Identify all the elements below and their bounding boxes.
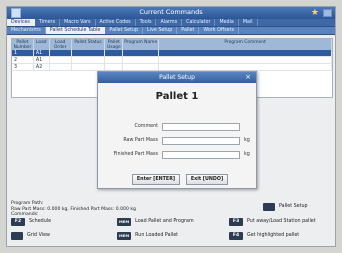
command-get-highlighted-pallet[interactable]: F4 Get highlighted pallet xyxy=(229,231,299,240)
tab-macro-vars[interactable]: Macro Vars xyxy=(60,19,96,26)
table-cell: 2 xyxy=(12,57,34,63)
field-unit: kg xyxy=(244,138,250,143)
table-cell xyxy=(72,64,106,70)
tab-work-offsets[interactable]: Work Offsets xyxy=(199,27,240,34)
tab-tools[interactable]: Tools xyxy=(136,19,157,26)
exit-button[interactable]: Exit [UNDO] xyxy=(186,174,228,185)
field-unit: kg xyxy=(244,152,250,157)
f2-key[interactable]: F2 xyxy=(11,217,25,226)
dialog-title-bar: Pallet Setup × xyxy=(98,72,256,83)
table-header: Pallet Number Load Load Order Pallet Sta… xyxy=(12,39,332,50)
tab-row-main: Devices Timers Macro Vars Active Codes T… xyxy=(7,19,335,27)
column-header: Program Name xyxy=(123,39,160,50)
command-put-away-load-station[interactable]: F3 Put away/Load Station pallet xyxy=(229,217,316,226)
pallet-setup-key[interactable] xyxy=(263,202,275,211)
command-label: Load Pallet and Program xyxy=(135,219,194,224)
column-header: Pallet Usage xyxy=(105,39,124,50)
table-cell xyxy=(159,57,332,63)
mem-key[interactable]: MEM xyxy=(117,231,132,240)
finished-part-mass-input[interactable] xyxy=(162,151,240,159)
table-row[interactable]: 2 A1 xyxy=(12,57,332,64)
tab-timers[interactable]: Timers xyxy=(35,19,61,26)
finished-part-mass-field: Finished Part Mass kg xyxy=(98,150,256,160)
table-row[interactable]: 1 A1 xyxy=(12,50,332,57)
raw-part-mass-input[interactable] xyxy=(162,137,240,145)
command-label: Run Loaded Pallet xyxy=(135,233,179,238)
table-cell xyxy=(123,57,160,63)
table-cell xyxy=(50,50,72,56)
table-cell xyxy=(123,64,160,70)
window-title: Current Commands xyxy=(139,8,203,16)
table-cell xyxy=(159,50,332,56)
command-label: Get highlighted pallet xyxy=(247,233,300,238)
enter-button[interactable]: Enter [ENTER] xyxy=(132,174,180,185)
column-header: Pallet Status xyxy=(72,39,106,50)
tab-row-sub: Mechanisms Pallet Schedule Table Pallet … xyxy=(7,27,335,35)
table-cell: 1 xyxy=(12,50,34,56)
column-header: Load Order xyxy=(50,39,72,50)
comment-input[interactable] xyxy=(162,123,240,131)
command-pallet-setup[interactable]: Pallet Setup xyxy=(263,202,308,211)
table-cell: A1 xyxy=(34,50,50,56)
field-label: Comment xyxy=(134,124,158,129)
grid-view-key[interactable] xyxy=(11,231,23,240)
close-icon[interactable] xyxy=(323,9,332,17)
f4-key[interactable]: F4 xyxy=(229,231,243,240)
comment-field: Comment xyxy=(98,122,256,132)
field-label: Raw Part Mass xyxy=(123,138,158,143)
tab-pallet-schedule-table[interactable]: Pallet Schedule Table xyxy=(45,27,106,34)
table-cell: A2 xyxy=(34,64,50,70)
command-label: Schedule xyxy=(29,219,52,224)
command-label: Put away/Load Station pallet xyxy=(247,219,316,224)
command-run-loaded-pallet[interactable]: MEM Run Loaded Pallet xyxy=(117,231,178,240)
tab-live-setup[interactable]: Live Setup xyxy=(143,27,178,34)
status-area: Program Path: Raw Part Mass: 0.000 kg, F… xyxy=(11,201,136,218)
control-screen: Current Commands ★ Devices Timers Macro … xyxy=(6,6,336,247)
table-cell xyxy=(72,50,106,56)
tab-calculator[interactable]: Calculator xyxy=(182,19,216,26)
dialog-title: Pallet Setup xyxy=(159,74,195,81)
table-row[interactable]: 3 A2 xyxy=(12,64,332,71)
tab-mechanisms[interactable]: Mechanisms xyxy=(7,27,46,34)
command-grid-view[interactable]: Grid View xyxy=(11,231,50,240)
tab-pallet[interactable]: Pallet xyxy=(177,27,200,34)
table-cell xyxy=(50,64,72,70)
field-label: Finished Part Mass xyxy=(113,152,158,157)
command-load-pallet-and-program[interactable]: MEM Load Pallet and Program xyxy=(117,217,194,226)
tab-active-codes[interactable]: Active Codes xyxy=(96,19,136,26)
title-bar: Current Commands ★ xyxy=(7,7,335,19)
column-header: Pallet Number xyxy=(12,39,34,50)
command-schedule[interactable]: F2 Schedule xyxy=(11,217,51,226)
table-cell xyxy=(123,50,160,56)
tab-devices[interactable]: Devices xyxy=(7,19,35,26)
table-cell xyxy=(50,57,72,63)
table-cell xyxy=(105,64,124,70)
table-cell xyxy=(72,57,106,63)
tab-pallet-setup[interactable]: Pallet Setup xyxy=(105,27,143,34)
tab-mail[interactable]: Mail xyxy=(239,19,258,26)
column-header: Program Comment xyxy=(159,39,332,50)
tab-media[interactable]: Media xyxy=(215,19,239,26)
close-icon[interactable]: × xyxy=(245,72,251,83)
tab-alarms[interactable]: Alarms xyxy=(156,19,183,26)
raw-part-mass-field: Raw Part Mass kg xyxy=(98,136,256,146)
table-cell xyxy=(159,64,332,70)
table-cell: A1 xyxy=(34,57,50,63)
mem-key[interactable]: MEM xyxy=(117,217,132,226)
table-cell xyxy=(105,57,124,63)
command-label: Grid View xyxy=(27,233,50,238)
dialog-heading: Pallet 1 xyxy=(155,91,199,102)
f3-key[interactable]: F3 xyxy=(229,217,243,226)
table-cell xyxy=(105,50,124,56)
table-cell: 3 xyxy=(12,64,34,70)
column-header: Load xyxy=(34,39,50,50)
pallet-setup-dialog: Pallet Setup × Pallet 1 Comment Raw Part… xyxy=(97,71,257,189)
star-icon[interactable]: ★ xyxy=(311,7,319,19)
command-label: Pallet Setup xyxy=(279,204,308,209)
